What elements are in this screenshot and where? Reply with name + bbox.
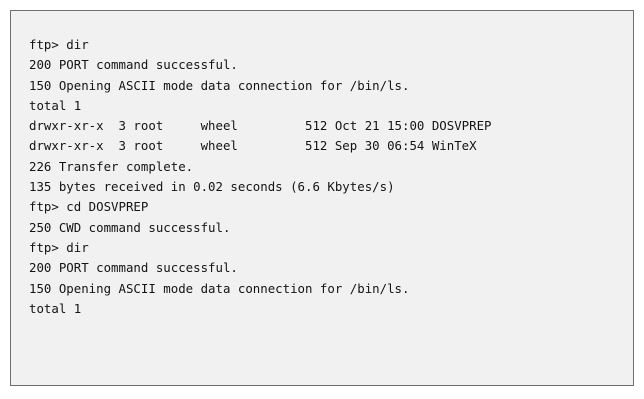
terminal-line-prompt-dir: ftp> dir — [29, 37, 89, 52]
terminal-line-cwd-ok: 250 CWD command successful. — [29, 219, 231, 235]
terminal-line-dir-entry-dosvprep: drwxr-xr-x 3 root wheel 512 Oct 21 15:00… — [29, 118, 492, 134]
terminal-line-transfer-complete: 226 Transfer complete. — [29, 158, 194, 174]
terminal-line-prompt-cd: ftp> cd DOSVPREP — [29, 199, 149, 215]
terminal-line-bytes-received: 135 bytes received in 0.02 seconds (6.6 … — [29, 179, 395, 195]
terminal-line-total: total 1 — [29, 97, 82, 113]
terminal-line-port-ok-2: 200 PORT command successful. — [29, 260, 238, 276]
terminal-line-prompt-dir-2: ftp> dir — [29, 239, 89, 255]
terminal-line-opening-connection-2: 150 Opening ASCII mode data connection f… — [29, 280, 410, 296]
terminal-line-total-2: total 1 — [29, 300, 82, 316]
terminal-line-dir-entry-wintex: drwxr-xr-x 3 root wheel 512 Sep 30 06:54… — [29, 138, 477, 154]
terminal-line-port-ok: 200 PORT command successful. — [29, 57, 238, 73]
ftp-terminal-output: ftp> dir 200 PORT command successful. 15… — [10, 10, 634, 386]
terminal-line-opening-connection: 150 Opening ASCII mode data connection f… — [29, 77, 410, 93]
